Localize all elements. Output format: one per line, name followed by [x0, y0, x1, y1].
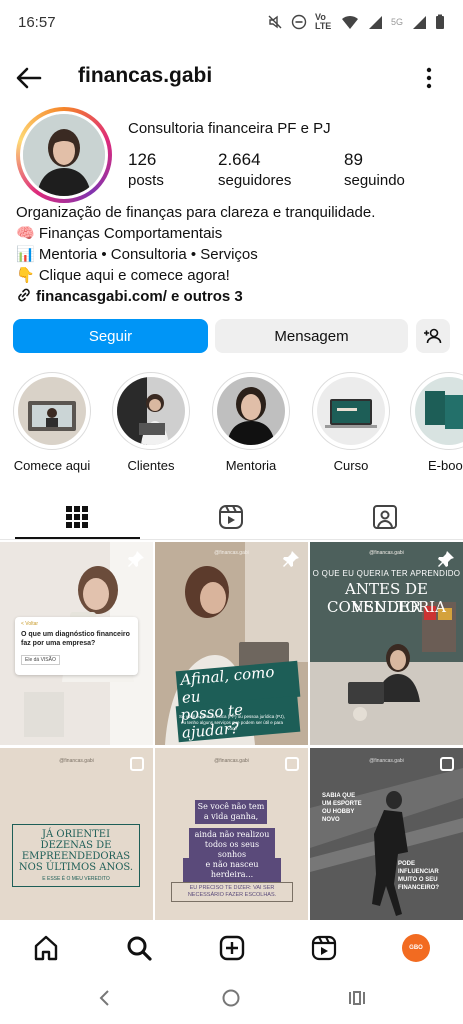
- post-tile[interactable]: @financas.gabi O QUE EU QUERIA TER APREN…: [310, 542, 463, 745]
- post-kicker: O QUE EU QUERIA TER APRENDIDO: [312, 569, 461, 578]
- stat-posts-value: 126: [128, 150, 157, 169]
- pin-icon: [438, 551, 454, 567]
- highlight-ebook[interactable]: E-boo: [410, 372, 463, 473]
- system-recents-icon[interactable]: [347, 988, 367, 1008]
- highlight-label: Curso: [333, 458, 369, 473]
- back-arrow-icon[interactable]: [14, 63, 44, 93]
- create-post-icon[interactable]: [218, 934, 246, 962]
- profile-nav-avatar[interactable]: GBO: [402, 934, 430, 962]
- highlight-clientes[interactable]: Clientes: [110, 372, 192, 473]
- highlight-cover: [217, 377, 285, 445]
- profile-bio: Organização de finanças para clareza e t…: [16, 202, 451, 307]
- post-headline-box: JÁ ORIENTEI DEZENAS DE EMPREENDEDORAS NO…: [12, 824, 140, 887]
- highlight-cover: [415, 377, 463, 445]
- post-tile[interactable]: @financas.gabi Afinal, como eu posso te …: [155, 542, 308, 745]
- bio-line: 🧠 Finanças Comportamentais: [16, 225, 223, 242]
- multi-post-icon: [130, 757, 144, 771]
- profile-username: financas.gabi: [78, 64, 213, 87]
- bio-line: 👇 Clique aqui e comece agora!: [16, 267, 230, 284]
- add-user-icon: [424, 328, 442, 344]
- post-headline: Se você não tem a vida ganha,: [195, 800, 267, 824]
- stat-following-value: 89: [344, 150, 363, 169]
- follow-button[interactable]: Seguir: [13, 319, 208, 353]
- post-caption-small: EU PRECISO TE DIZER: VAI SER NECESSÁRIO …: [171, 882, 293, 902]
- post-caption-small: E ESSE É O MEU VEREDITO: [42, 876, 110, 882]
- dnd-icon: [291, 14, 307, 30]
- multi-post-icon: [440, 757, 454, 771]
- highlight-label: E-boo: [428, 458, 463, 473]
- profile-avatar-story-ring[interactable]: [16, 107, 112, 203]
- post-card-cta: Ele dá VISÃO: [21, 655, 60, 665]
- post-headline: CONSULTORIA: [327, 598, 446, 616]
- status-icons: Vo LTE 5G: [267, 13, 445, 31]
- stat-following[interactable]: 89 seguindo: [344, 149, 405, 191]
- highlight-label: Mentoria: [225, 458, 277, 473]
- system-home-icon[interactable]: [221, 988, 241, 1008]
- highlight-comece-aqui[interactable]: Comece aqui: [11, 372, 93, 473]
- reels-nav-icon[interactable]: [310, 934, 338, 962]
- highlight-label: Clientes: [127, 458, 175, 473]
- stat-followers-value: 2.664: [218, 150, 261, 169]
- volte-label: Vo LTE: [314, 12, 332, 31]
- profile-tabs: [0, 496, 463, 540]
- wifi-icon: [341, 15, 358, 29]
- bio-link-text[interactable]: financasgabi.com/ e outros 3: [36, 288, 243, 305]
- post-tile[interactable]: @financas.gabi Se você não tem a vida ga…: [155, 748, 308, 920]
- pin-icon: [283, 551, 299, 567]
- highlight-curso[interactable]: Curso: [310, 372, 392, 473]
- highlight-cover: [117, 377, 185, 445]
- post-caption-small: Se você é pessoa física (PF) ou pessoa j…: [178, 714, 286, 731]
- grid-icon[interactable]: [62, 502, 92, 532]
- post-headline: JÁ ORIENTEI DEZENAS DE EMPREENDEDORAS NO…: [18, 829, 134, 873]
- signal-icon-2: [413, 16, 426, 29]
- system-back-icon[interactable]: [95, 988, 115, 1008]
- battery-icon: [436, 14, 444, 29]
- stat-followers[interactable]: 2.664 seguidores: [218, 149, 291, 191]
- signal-icon: [368, 16, 382, 29]
- active-tab-indicator: [15, 537, 140, 539]
- highlight-label: Comece aqui: [13, 458, 91, 473]
- home-icon[interactable]: [32, 934, 60, 962]
- post-headline: e não nasceu herdeira...: [183, 858, 281, 882]
- highlight-cover: [18, 377, 86, 445]
- highlight-mentoria[interactable]: Mentoria: [210, 372, 292, 473]
- more-options-icon[interactable]: [414, 63, 444, 93]
- link-icon: [18, 288, 30, 302]
- status-time: 16:57: [18, 13, 56, 31]
- pin-icon: [128, 551, 144, 567]
- post-tile[interactable]: @financas.gabi SABIA QUE UM ESPORTE OU H…: [310, 748, 463, 920]
- tagged-icon[interactable]: [370, 502, 400, 532]
- stat-posts-label: posts: [128, 172, 164, 189]
- reels-icon[interactable]: [216, 502, 246, 532]
- avatar: [23, 114, 105, 196]
- system-nav-bar: [0, 980, 463, 1020]
- message-button[interactable]: Mensagem: [215, 319, 408, 353]
- multi-post-icon: [285, 757, 299, 771]
- post-headline: ainda não realizou todos os seus sonhos: [189, 828, 275, 862]
- post-tile[interactable]: @financas.gabi JÁ ORIENTEI DEZENAS DE EM…: [0, 748, 153, 920]
- suggested-users-button[interactable]: [416, 319, 450, 353]
- stat-posts[interactable]: 126 posts: [128, 149, 164, 191]
- post-headline: PODE INFLUENCIAR MUITO O SEU FINANCEIRO?: [398, 861, 439, 891]
- profile-nav-avatar-text: GBO: [409, 945, 423, 951]
- post-headline: SABIA QUE UM ESPORTE OU HOBBY NOVO: [322, 793, 362, 823]
- post-card-back: < Voltar: [21, 621, 39, 627]
- bio-link[interactable]: financasgabi.com/ e outros 3: [16, 286, 451, 307]
- bio-line: 📊 Mentoria • Consultoria • Serviços: [16, 246, 258, 263]
- post-card-title: O que um diagnóstico financeiro faz por …: [21, 631, 130, 647]
- bottom-nav: GBO: [0, 926, 463, 970]
- highlight-cover: [317, 377, 385, 445]
- profile-header: financas.gabi: [0, 55, 463, 99]
- network-type-label: 5G: [390, 17, 403, 27]
- profile-full-name: Consultoria financeira PF e PJ: [128, 120, 331, 137]
- mute-icon: [268, 15, 282, 29]
- bio-line: Organização de finanças para clareza e t…: [16, 204, 376, 221]
- status-bar: 16:57 Vo LTE 5G: [0, 0, 463, 44]
- stat-following-label: seguindo: [344, 172, 405, 189]
- search-icon[interactable]: [125, 934, 153, 962]
- stat-followers-label: seguidores: [218, 172, 292, 189]
- post-tile[interactable]: < Voltar O que um diagnóstico financeiro…: [0, 542, 153, 745]
- post-card: < Voltar O que um diagnóstico financeiro…: [15, 617, 138, 675]
